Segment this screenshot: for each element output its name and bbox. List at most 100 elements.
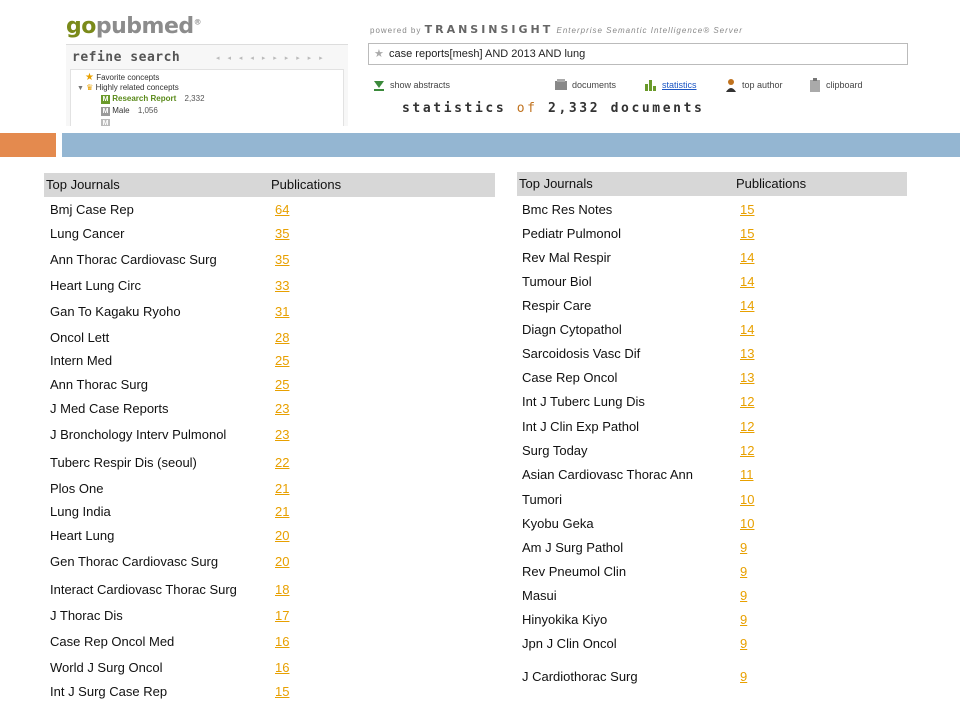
publication-count-link[interactable]: 15 [740,226,754,241]
publication-count-link[interactable]: 14 [740,274,754,289]
publication-count-link[interactable]: 9 [740,612,747,627]
journal-name: Diagn Cytopathol [522,322,622,337]
bar-chart-icon [644,78,658,92]
orange-accent-bar [0,133,56,157]
journal-name: Int J Clin Exp Pathol [522,419,640,434]
publication-count-link[interactable]: 33 [275,278,289,293]
publication-count-link[interactable]: 15 [275,684,289,699]
mesh-icon: M [101,119,110,126]
journal-name: Int J Tuberc Lung Dis [522,394,645,409]
publication-count-link[interactable]: 20 [275,554,289,569]
publication-count-link[interactable]: 14 [740,322,754,337]
publication-count-link[interactable]: 14 [740,298,754,313]
expand-arrow-icon: ▼ [77,85,84,92]
publication-count-link[interactable]: 15 [740,202,754,217]
journal-name: Lung Cancer [50,226,125,241]
journal-name: Ann Thorac Cardiovasc Surg [50,252,217,267]
publication-count-link[interactable]: 9 [740,669,747,684]
publication-count-link[interactable]: 21 [275,481,289,496]
person-icon [724,78,738,92]
publication-count-link[interactable]: 20 [275,528,289,543]
column-header-publications: Publications [271,177,342,192]
more-concepts-item[interactable]: M [101,118,110,126]
star-icon: ★ [85,72,94,83]
publication-count-link[interactable]: 28 [275,330,289,345]
male-item[interactable]: M Male 1,056 [101,106,158,116]
publication-count-link[interactable]: 10 [740,492,754,507]
clipboard-button[interactable]: clipboard [808,78,863,92]
gopubmed-logo[interactable]: gopubmed® [66,14,202,39]
journal-name: Surg Today [522,443,588,458]
show-abstracts-button[interactable]: show abstracts [372,78,450,92]
right-table-header: Top Journals Publications [517,172,907,196]
journal-name: Case Rep Oncol Med [50,634,175,649]
download-icon [372,78,386,92]
publication-count-link[interactable]: 25 [275,377,289,392]
journal-name: Gen Thorac Cardiovasc Surg [50,554,219,569]
publication-count-link[interactable]: 12 [740,394,754,409]
search-input[interactable]: ★ case reports[mesh] AND 2013 AND lung [368,43,908,65]
journal-name: Pediatr Pulmonol [522,226,621,241]
publication-count-link[interactable]: 13 [740,370,754,385]
publication-count-link[interactable]: 16 [275,660,289,675]
left-table-header: Top Journals Publications [44,173,495,197]
journal-name: Bmj Case Rep [50,202,134,217]
journal-name: Bmc Res Notes [522,202,613,217]
publication-count-link[interactable]: 12 [740,419,754,434]
journal-name: J Thorac Dis [50,608,123,623]
publication-count-link[interactable]: 9 [740,588,747,603]
publication-count-link[interactable]: 18 [275,582,289,597]
journal-name: Lung India [50,504,111,519]
publication-count-link[interactable]: 17 [275,608,289,623]
publication-count-link[interactable]: 64 [275,202,289,217]
publication-count-link[interactable]: 9 [740,540,747,555]
journal-name: World J Surg Oncol [50,660,163,675]
journal-name: Tuberc Respir Dis (seoul) [50,455,197,470]
publication-count-link[interactable]: 13 [740,346,754,361]
concept-tree: ★ Favorite concepts ▼ ♛ Highly related c… [70,69,344,126]
journal-name: J Med Case Reports [50,401,169,416]
star-icon: ★ [374,48,384,60]
journal-name: Tumori [522,492,562,507]
statistics-button[interactable]: statistics [644,78,697,92]
top-author-button[interactable]: top author [724,78,783,92]
journal-name: Hinyokika Kiyo [522,612,608,627]
journal-name: Gan To Kagaku Ryoho [50,304,181,319]
journal-name: J Bronchology Interv Pulmonol [50,427,227,442]
journal-name: J Cardiothorac Surg [522,669,638,684]
column-header-publications: Publications [736,176,807,191]
journal-name: Oncol Lett [50,330,110,345]
journal-name: Heart Lung Circ [50,278,142,293]
related-concepts-item[interactable]: ▼ ♛ Highly related concepts [77,83,179,92]
publication-count-link[interactable]: 14 [740,250,754,265]
publication-count-link[interactable]: 11 [740,467,754,482]
results-toolbar: show abstracts documents statistics top … [368,74,908,96]
journal-name: Rev Pneumol Clin [522,564,627,579]
publication-count-link[interactable]: 25 [275,353,289,368]
publication-count-link[interactable]: 10 [740,516,754,531]
publication-count-link[interactable]: 23 [275,401,289,416]
publication-count-link[interactable]: 22 [275,455,289,470]
publication-count-link[interactable]: 21 [275,504,289,519]
publication-count-link[interactable]: 9 [740,636,747,651]
publication-count-link[interactable]: 16 [275,634,289,649]
publication-count-link[interactable]: 35 [275,226,289,241]
mesh-icon: M [101,95,110,104]
publication-count-link[interactable]: 9 [740,564,747,579]
journal-name: Heart Lung [50,528,115,543]
crown-icon: ♛ [86,83,94,92]
publication-count-link[interactable]: 35 [275,252,289,267]
favorite-concepts-item[interactable]: ★ Favorite concepts [85,72,159,83]
documents-button[interactable]: documents [554,78,616,92]
journal-name: Ann Thorac Surg [50,377,149,392]
journal-name: Masui [522,588,557,603]
column-header-journals: Top Journals [46,177,120,192]
publication-count-link[interactable]: 12 [740,443,754,458]
publication-count-link[interactable]: 31 [275,304,289,319]
refine-arrows[interactable]: ◂ ◂ ◂ ◂ ▸ ▸ ▸ ▸ ▸ ▸ [216,54,326,62]
powered-by-text: powered by TRANSINSIGHT Enterprise Seman… [370,23,743,36]
journal-name: Am J Surg Pathol [522,540,624,555]
publication-count-link[interactable]: 23 [275,427,289,442]
research-report-item[interactable]: M Research Report 2,332 [101,94,205,104]
gopubmed-screenshot: gopubmed® powered by TRANSINSIGHT Enterp… [62,8,908,126]
